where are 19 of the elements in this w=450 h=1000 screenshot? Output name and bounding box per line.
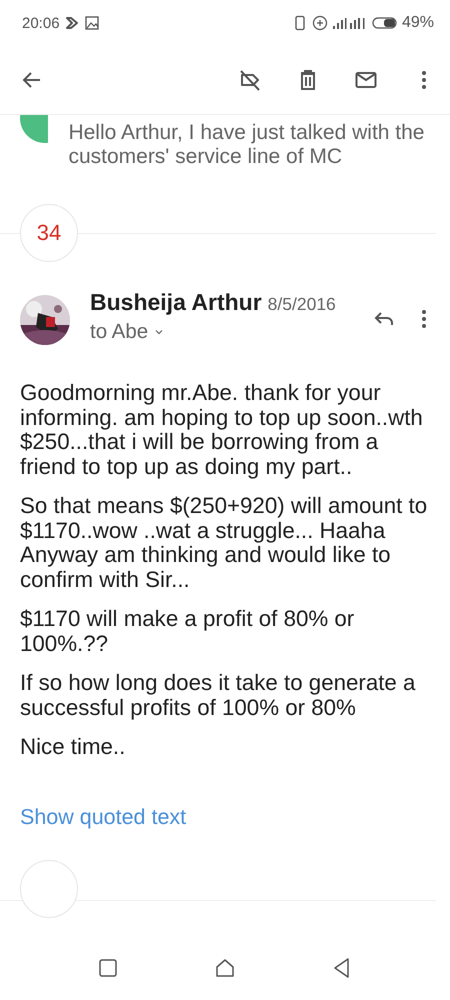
recipient-list[interactable]: to Abe — [90, 320, 148, 344]
message-paragraph: Nice time.. — [20, 735, 126, 760]
battery-icon — [370, 15, 398, 31]
chevron-down-icon[interactable] — [154, 327, 164, 337]
signal-icon — [332, 15, 366, 31]
play-icon — [64, 15, 80, 31]
message-snippet[interactable]: Hello Arthur, I have just talked with the customers' service line of MC — [68, 115, 430, 195]
sender-name: Busheija Arthur — [90, 289, 262, 316]
collapsed-messages-count[interactable]: 34 — [20, 204, 78, 262]
status-time: 20:06 — [22, 14, 60, 32]
message-paragraph: If so how long does it take to generate a successful profits of 100% or 80% — [20, 671, 416, 720]
message-paragraph: $1170 will make a profit of 80% or 100%.?? — [20, 607, 356, 656]
battery-percentage: 49% — [402, 14, 434, 32]
message-paragraph: Goodmorning mr.Abe. thank for your informing. am hoping to top up soon..wth $250...that i will be borrowing from a friend to top up as doing my part.. — [20, 381, 424, 479]
plus-circle-icon — [312, 15, 328, 31]
message-paragraph: So that means $(250+920) will amount to $1170..wow ..wat a struggle... Haaha Anyway am thinking and would like to confirm with Sir... — [20, 494, 428, 592]
show-quoted-text-link[interactable]: Show quoted text — [20, 804, 186, 830]
message-date: 8/5/2016 — [268, 294, 336, 315]
image-icon — [84, 15, 100, 31]
